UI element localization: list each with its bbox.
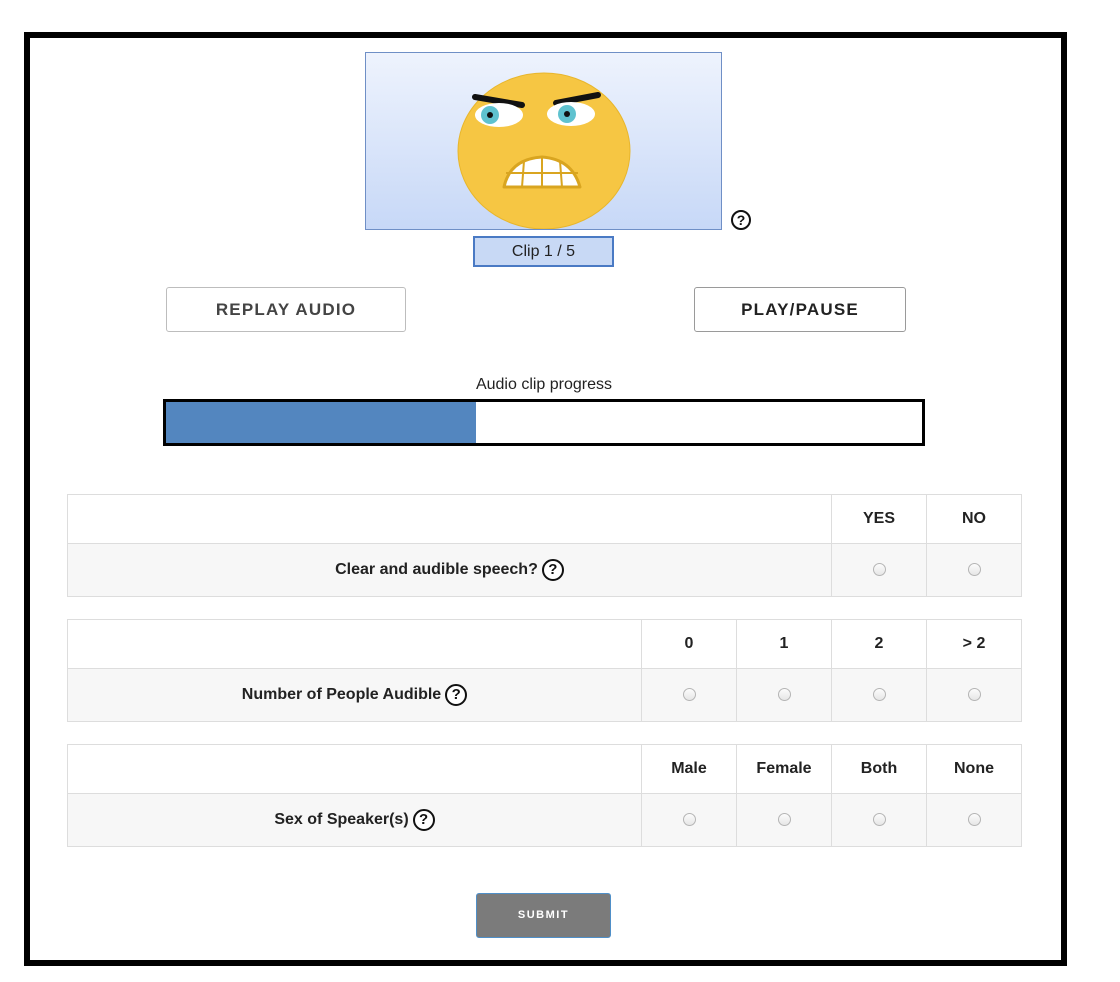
radio-cell-more-than-2 [926,668,1022,722]
radio-no[interactable] [967,563,981,577]
question-help-icon[interactable]: ? [445,684,468,706]
question-label: Sex of Speaker(s)? [67,793,642,847]
angry-face-icon [457,72,631,229]
radio-cell-both [831,793,927,847]
radio-yes[interactable] [872,563,886,577]
question-text: Sex of Speaker(s) [274,811,409,829]
radio-cell-1 [736,668,832,722]
progress-label: Audio clip progress [475,376,613,393]
option-header-more-than-2: > 2 [926,619,1022,669]
clip-counter: Clip 1 / 5 [473,236,614,267]
option-header-0: 0 [641,619,737,669]
option-header-no: NO [926,494,1022,544]
radio-1[interactable] [777,688,791,702]
question-help-icon[interactable]: ? [541,559,564,581]
submit-button[interactable]: SUBMIT [476,893,611,938]
option-header-2: 2 [831,619,927,669]
radio-female[interactable] [777,813,791,827]
radio-cell-0 [641,668,737,722]
replay-audio-button[interactable]: REPLAY AUDIO [166,287,406,332]
question-help-icon[interactable]: ? [412,809,435,831]
option-header-yes: YES [831,494,927,544]
radio-none[interactable] [967,813,981,827]
radio-cell-none [926,793,1022,847]
radio-more-than-2[interactable] [967,688,981,702]
header-blank [67,494,832,544]
audio-progress-fill [166,402,476,443]
question-speaker-sex: Male Female Both None Sex of Speaker(s)? [67,744,1022,847]
stimulus-image [365,52,722,230]
radio-both[interactable] [872,813,886,827]
question-label: Number of People Audible? [67,668,642,722]
header-blank [67,744,642,794]
radio-cell-no [926,543,1022,597]
question-text: Number of People Audible [241,686,442,704]
option-header-1: 1 [736,619,832,669]
question-clear-speech: YES NO Clear and audible speech?? [67,494,1022,597]
play-pause-button[interactable]: PLAY/PAUSE [694,287,906,332]
radio-cell-male [641,793,737,847]
option-header-female: Female [736,744,832,794]
radio-cell-2 [831,668,927,722]
option-header-none: None [926,744,1022,794]
radio-2[interactable] [872,688,886,702]
question-text: Clear and audible speech? [335,561,538,579]
audio-progress-bar [163,399,925,446]
option-header-both: Both [831,744,927,794]
radio-0[interactable] [682,688,696,702]
option-header-male: Male [641,744,737,794]
question-people-audible: 0 1 2 > 2 Number of People Audible? [67,619,1022,722]
stimulus-help-icon[interactable]: ? [731,210,751,230]
radio-cell-female [736,793,832,847]
header-blank [67,619,642,669]
radio-male[interactable] [682,813,696,827]
radio-cell-yes [831,543,927,597]
question-label: Clear and audible speech?? [67,543,832,597]
